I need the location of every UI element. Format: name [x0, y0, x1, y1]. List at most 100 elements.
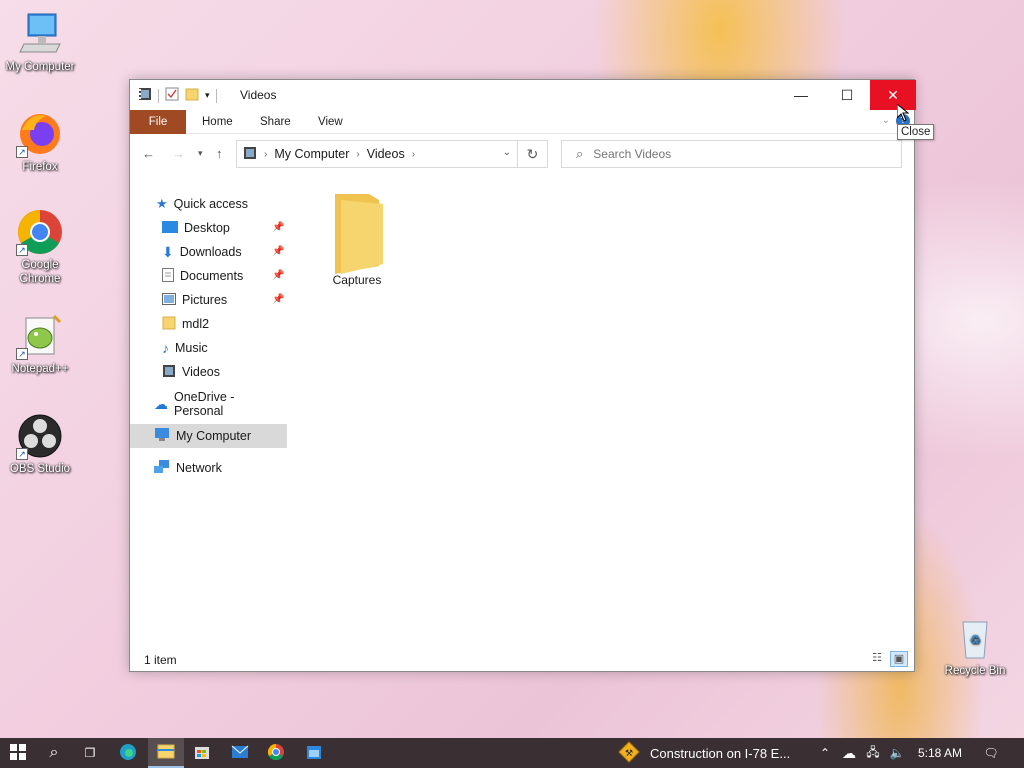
desktop-icon-firefox[interactable]: ↗ Firefox [0, 110, 80, 174]
search-box[interactable]: ⌕ [561, 140, 902, 168]
clock[interactable]: 5:18 AM [912, 738, 968, 768]
taskbar-mail-button[interactable] [222, 738, 258, 768]
chevron-right-icon[interactable]: › [412, 149, 415, 160]
refresh-button[interactable]: ↻ [518, 140, 548, 168]
construction-warning-icon: ⚒ [618, 740, 640, 766]
windows-logo-icon [10, 743, 26, 763]
video-folder-icon [138, 87, 152, 104]
close-button[interactable]: ✕ [870, 80, 916, 110]
maximize-button[interactable]: ☐ [824, 80, 870, 110]
sidebar-item-mdl2[interactable]: mdl2 [162, 312, 209, 336]
address-bar[interactable]: › My Computer › Videos › ⌄ [236, 140, 518, 168]
sidebar-item-label: OneDrive - Personal [174, 390, 235, 418]
desktop-icon-obs[interactable]: ↗ OBS Studio [0, 412, 80, 476]
large-icons-view-button[interactable]: ▣ [890, 651, 908, 667]
sidebar-item-my-computer[interactable]: My Computer [130, 424, 287, 448]
onedrive-tray-button[interactable]: ☁ [838, 738, 860, 768]
task-view-button[interactable]: ❐ [72, 738, 108, 768]
pin-icon: 📌 [272, 270, 285, 281]
recent-locations-chevron-icon[interactable]: ▾ [198, 148, 203, 159]
news-widget[interactable]: ⚒ Construction on I-78 E... [618, 738, 790, 768]
mouse-cursor-icon [896, 102, 910, 125]
details-view-button[interactable]: ☷ [868, 651, 886, 667]
sidebar-item-label: Pictures [182, 293, 228, 307]
sidebar-item-music[interactable]: ♪ Music [162, 336, 208, 360]
sidebar-item-desktop[interactable]: Desktop 📌 [162, 216, 287, 240]
desktop-icon-notepad[interactable]: ↗ Notepad++ [0, 312, 80, 376]
cloud-icon: ☁ [154, 395, 168, 412]
sidebar-item-label: mdl2 [182, 317, 210, 331]
tab-view[interactable]: View [304, 110, 357, 134]
desktop-icon [162, 220, 178, 236]
close-icon: ✕ [887, 86, 899, 103]
taskbar-calendar-button[interactable] [296, 738, 332, 768]
maximize-icon: ☐ [840, 86, 854, 103]
sidebar-item-videos[interactable]: Videos [162, 360, 220, 384]
obs-studio-icon: ↗ [16, 412, 64, 460]
new-folder-icon[interactable] [185, 87, 199, 104]
chevron-right-icon[interactable]: › [356, 149, 359, 160]
back-arrow-icon[interactable]: ← [142, 146, 155, 161]
folder-item[interactable]: Captures [324, 192, 390, 287]
up-arrow-icon[interactable]: ↑ [216, 146, 223, 161]
notification-icon: 🗨 [983, 746, 999, 760]
taskbar: ⌕ ❐ ⚒ Construction on I-78 E... ⌃ ☁ 🖧 🔈 … [0, 738, 1024, 768]
minimize-button[interactable]: — [778, 80, 824, 110]
expand-ribbon-icon[interactable]: ⌄ [882, 115, 890, 126]
pin-icon: 📌 [272, 294, 285, 305]
sidebar-item-documents[interactable]: Documents 📌 [162, 264, 287, 288]
forward-arrow-icon[interactable]: → [172, 146, 185, 161]
recycle-bin-icon: ♻ [951, 614, 999, 662]
tab-file[interactable]: File [130, 110, 186, 134]
taskbar-edge-button[interactable] [110, 738, 146, 768]
svg-text:⚒: ⚒ [625, 748, 633, 758]
volume-tray-button[interactable]: 🔈 [886, 738, 908, 768]
folder-icon [162, 316, 176, 333]
taskbar-file-explorer-button[interactable] [148, 738, 184, 768]
tab-home[interactable]: Home [188, 110, 247, 134]
network-icon: 🖧 [866, 744, 880, 759]
speaker-icon: 🔈 [889, 746, 905, 760]
pictures-icon [162, 292, 176, 308]
address-history-chevron-icon[interactable]: ⌄ [503, 147, 511, 158]
taskbar-chrome-button[interactable] [258, 738, 294, 768]
file-explorer-icon [157, 743, 175, 762]
sidebar-item-network[interactable]: Network [154, 456, 222, 480]
breadcrumb-segment[interactable]: Videos [367, 147, 405, 161]
action-center-button[interactable]: 🗨 [978, 738, 1004, 768]
star-icon: ★ [156, 196, 168, 211]
network-icon [154, 459, 170, 477]
desktop-icon-recycle-bin[interactable]: ♻ Recycle Bin [935, 614, 1015, 678]
sidebar-item-pictures[interactable]: Pictures 📌 [162, 288, 287, 312]
title-bar: ▾ Videos — ☐ ✕ [130, 80, 916, 110]
desktop-icon-chrome[interactable]: ↗ Google Chrome [0, 208, 80, 286]
chevron-down-icon[interactable]: ▾ [205, 90, 210, 101]
show-hidden-icons-button[interactable]: ⌃ [816, 738, 834, 768]
minimize-icon: — [794, 87, 808, 103]
sidebar-item-downloads[interactable]: ⬇ Downloads 📌 [162, 240, 287, 264]
chrome-icon [267, 743, 285, 764]
desktop-icon-my-computer[interactable]: My Computer [0, 10, 80, 74]
search-button[interactable]: ⌕ [36, 738, 72, 768]
taskbar-store-button[interactable] [184, 738, 220, 768]
sidebar-item-quick-access[interactable]: ★ Quick access [156, 192, 248, 216]
firefox-icon: ↗ [16, 110, 64, 158]
properties-icon[interactable] [165, 87, 179, 104]
chrome-icon: ↗ [16, 208, 64, 256]
desktop-icon-label: Recycle Bin [944, 665, 1006, 677]
details-view-icon: ☷ [872, 652, 882, 664]
network-tray-button[interactable]: 🖧 [862, 738, 884, 768]
sidebar-item-onedrive[interactable]: ☁ OneDrive - Personal [154, 390, 287, 418]
refresh-icon: ↻ [526, 146, 539, 162]
tab-share[interactable]: Share [246, 110, 305, 134]
breadcrumb-segment[interactable]: My Computer [274, 147, 349, 161]
chevron-right-icon[interactable]: › [264, 149, 267, 160]
window-title: Videos [240, 88, 277, 102]
search-icon: ⌕ [49, 744, 59, 761]
sidebar-item-label: Music [175, 341, 208, 355]
search-input[interactable] [593, 147, 874, 161]
computer-icon [154, 428, 170, 444]
news-headline: Construction on I-78 E... [650, 745, 791, 761]
ribbon-tabs: File Home Share View ⌄ ? [130, 110, 914, 134]
start-button[interactable] [0, 738, 36, 768]
